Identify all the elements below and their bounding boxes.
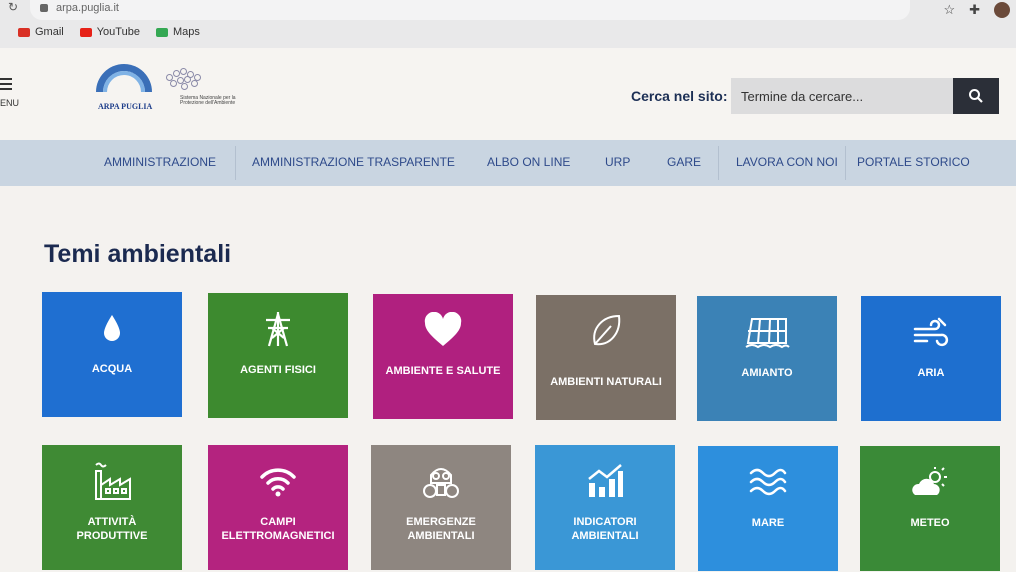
heart-icon bbox=[424, 312, 462, 346]
menu-button[interactable]: ENU bbox=[0, 78, 26, 111]
tile-meteo[interactable]: METEO bbox=[860, 446, 1000, 571]
wifi-icon bbox=[260, 468, 296, 497]
nav-item-lavora-con-noi[interactable]: LAVORA CON NOI bbox=[736, 155, 838, 169]
gas-mask-icon bbox=[423, 468, 459, 498]
address-url: arpa.puglia.it bbox=[56, 2, 119, 14]
extensions-icon[interactable]: ✚ bbox=[969, 2, 980, 18]
leaf-icon bbox=[593, 314, 621, 346]
tile-label: AMBIENTE E SALUTE bbox=[385, 365, 501, 377]
main-nav: AMMINISTRAZIONE AMMINISTRAZIONE TRASPARE… bbox=[0, 140, 1016, 186]
search-button[interactable] bbox=[953, 78, 999, 114]
roof-tiles-icon bbox=[745, 318, 790, 349]
tile-label: INDICATORI AMBIENTALI bbox=[571, 516, 639, 542]
bookmarks-bar: Gmail YouTube Maps bbox=[18, 26, 200, 38]
tile-emergenze-ambientali[interactable]: EMERGENZE AMBIENTALI bbox=[371, 445, 511, 570]
tile-acqua[interactable]: ACQUA bbox=[42, 292, 182, 417]
tile-agenti-fisici[interactable]: AGENTI FISICI bbox=[208, 293, 348, 418]
tile-label: METEO bbox=[910, 517, 950, 529]
hamburger-icon bbox=[0, 78, 12, 80]
factory-icon bbox=[95, 462, 131, 500]
tile-label: AMBIENTI NATURALI bbox=[550, 376, 662, 388]
gmail-icon bbox=[18, 27, 30, 37]
nav-item-amministrazione-trasparente[interactable]: AMMINISTRAZIONE TRASPARENTE bbox=[252, 155, 455, 169]
waves-icon bbox=[749, 468, 787, 496]
site-logo[interactable]: ARPA PUGLIA Sistema Nazionale per la Pro… bbox=[96, 64, 246, 114]
tile-campi-elettromagnetici[interactable]: CAMPI ELETTROMAGNETICI bbox=[208, 445, 348, 570]
tile-label: MARE bbox=[751, 517, 785, 529]
bookmark-label: Gmail bbox=[35, 26, 64, 38]
page-title: Temi ambientali bbox=[44, 240, 232, 268]
reload-icon[interactable]: ↻ bbox=[8, 0, 18, 14]
browser-chrome: ↻ arpa.puglia.it ☆ ✚ Gmail YouTube Maps bbox=[0, 0, 1016, 48]
bookmark-gmail[interactable]: Gmail bbox=[18, 26, 64, 38]
tile-label: EMERGENZE AMBIENTALI bbox=[406, 516, 476, 542]
tile-ambiente-e-salute[interactable]: AMBIENTE E SALUTE bbox=[373, 294, 513, 419]
logo-subtext: Sistema Nazionale per la Protezione dell… bbox=[180, 95, 236, 106]
bookmark-label: YouTube bbox=[96, 26, 140, 38]
search-label: Cerca nel sito: bbox=[631, 88, 728, 104]
search-icon bbox=[969, 89, 983, 103]
bookmark-youtube[interactable]: YouTube bbox=[79, 26, 140, 38]
tile-attivita-produttive[interactable]: ATTIVITÀ PRODUTTIVE bbox=[42, 445, 182, 570]
search-input[interactable] bbox=[731, 78, 953, 114]
weather-icon bbox=[912, 467, 947, 495]
nav-item-portale-storico[interactable]: PORTALE STORICO bbox=[857, 155, 970, 169]
tile-amianto[interactable]: AMIANTO bbox=[697, 296, 837, 421]
lock-icon bbox=[40, 4, 48, 12]
nav-item-albo-on-line[interactable]: ALBO ON LINE bbox=[487, 155, 570, 169]
menu-label: ENU bbox=[0, 98, 20, 108]
tile-label: CAMPI ELETTROMAGNETICI bbox=[221, 516, 335, 542]
tile-label: ACQUA bbox=[91, 363, 133, 375]
star-icon[interactable]: ☆ bbox=[943, 2, 955, 18]
tile-label: AMIANTO bbox=[741, 367, 793, 379]
bookmark-label: Maps bbox=[172, 26, 200, 38]
wind-icon bbox=[913, 317, 949, 347]
power-tower-icon bbox=[266, 312, 290, 347]
tile-label: ATTIVITÀ PRODUTTIVE bbox=[76, 516, 148, 542]
nav-item-gare[interactable]: GARE bbox=[667, 155, 701, 169]
address-bar[interactable]: arpa.puglia.it bbox=[30, 0, 910, 20]
snpa-logo-icon bbox=[164, 68, 206, 90]
logo-text: ARPA PUGLIA bbox=[98, 102, 153, 111]
tile-mare[interactable]: MARE bbox=[698, 446, 838, 571]
maps-icon bbox=[155, 27, 168, 37]
chart-icon bbox=[588, 464, 623, 497]
browser-actions: ☆ ✚ bbox=[943, 2, 1010, 18]
tile-label: ARIA bbox=[917, 367, 945, 379]
water-drop-icon bbox=[104, 315, 120, 341]
site-header: ENU ARPA PUGLIA Sistema Nazionale per la… bbox=[0, 48, 1016, 140]
tile-aria[interactable]: ARIA bbox=[861, 296, 1001, 421]
bookmark-maps[interactable]: Maps bbox=[155, 26, 200, 38]
tile-label: AGENTI FISICI bbox=[240, 364, 316, 376]
nav-item-urp[interactable]: URP bbox=[605, 155, 630, 169]
nav-item-amministrazione[interactable]: AMMINISTRAZIONE bbox=[104, 155, 216, 169]
youtube-icon bbox=[79, 27, 92, 37]
avatar[interactable] bbox=[994, 2, 1010, 18]
tile-ambienti-naturali[interactable]: AMBIENTI NATURALI bbox=[536, 295, 676, 420]
tile-indicatori-ambientali[interactable]: INDICATORI AMBIENTALI bbox=[535, 445, 675, 570]
